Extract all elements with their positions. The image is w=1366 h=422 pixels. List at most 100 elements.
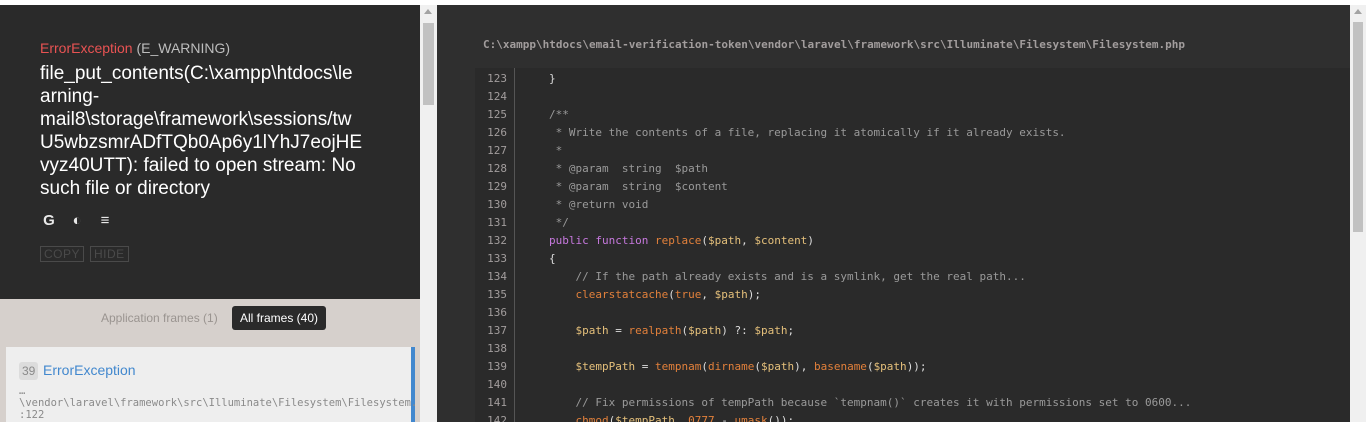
google-icon[interactable]: G: [40, 211, 58, 229]
tab-application-frames[interactable]: Application frames (1): [101, 311, 218, 325]
code-text: * @return void: [549, 196, 649, 214]
code-line: 132 public function replace($path, $conte…: [475, 232, 1350, 250]
code-token: $path: [714, 288, 748, 301]
page-scrollbar[interactable]: [1350, 5, 1366, 422]
code-line: 128 * @param string $path: [475, 160, 1350, 178]
line-number: 138: [487, 342, 507, 355]
code-block: 123} 124 125 /** 126 * Write the contents of…: [475, 68, 1350, 422]
exception-message-line: U5wbzsmrADfTQb0Ap6y1lYhJ7eojHE: [40, 132, 363, 153]
code-text: * Write the contents of a file, replacin…: [549, 124, 1066, 142]
code-token: tempnam: [654, 360, 702, 373]
code-token: ) ?:: [721, 324, 755, 337]
code-token: (: [866, 360, 874, 373]
code-token: ));: [906, 360, 927, 373]
scroll-up-arrow-icon[interactable]: [1354, 9, 1362, 14]
line-number: 137: [487, 324, 507, 337]
copy-button[interactable]: COPY: [40, 246, 85, 262]
code-token: ): [807, 234, 814, 247]
code-text: // Fix permissions of tempPath because `…: [549, 394, 1191, 412]
exception-class: ErrorException: [40, 40, 133, 56]
code-line: 137 $path = realpath($path) ?: $path;: [475, 322, 1350, 340]
code-token: /**: [549, 108, 569, 121]
code-token: (: [701, 234, 708, 247]
frames-list: 39 ErrorException … \vendor\laravel\fram…: [0, 341, 420, 422]
scroll-thumb[interactable]: [1353, 22, 1363, 232]
frame-file-line: :122: [19, 409, 45, 421]
line-number: 135: [487, 288, 507, 301]
code-token: ,: [701, 288, 715, 301]
line-number: 129: [487, 180, 507, 193]
tab-all-frames[interactable]: All frames (40): [232, 306, 327, 330]
frame-class: ErrorException: [43, 362, 136, 378]
scroll-up-arrow-icon[interactable]: [424, 9, 432, 14]
code-text: {: [549, 250, 556, 268]
code-line: 141 // Fix permissions of tempPath becau…: [475, 394, 1350, 412]
code-token: $path: [575, 324, 609, 337]
line-number: 140: [487, 378, 507, 391]
code-line: 126 * Write the contents of a file, repl…: [475, 124, 1350, 142]
code-text: $tempPath = tempnam(dirname($path), base…: [549, 358, 927, 376]
code-token: */: [549, 216, 569, 229]
code-line: 127 *: [475, 142, 1350, 160]
line-number: 142: [487, 414, 507, 422]
code-panel: C:\xampp\htdocs\email-verification-token…: [437, 5, 1350, 422]
code-line: 140: [475, 376, 1350, 394]
stackoverflow-icon[interactable]: ≡: [96, 211, 114, 229]
code-token: umask: [734, 414, 768, 422]
exception-title: ErrorException (E_WARNING): [40, 40, 230, 56]
header-buttons: COPY HIDE: [40, 246, 129, 262]
line-number: 124: [487, 90, 507, 103]
code-token: realpath: [628, 324, 682, 337]
code-line: 138: [475, 340, 1350, 358]
code-token: =: [635, 360, 655, 373]
code-line: 130 * @return void: [475, 196, 1350, 214]
frames-filter-bar: Application frames (1) All frames (40): [0, 299, 420, 341]
frame-index: 39: [19, 362, 39, 380]
line-number: 134: [487, 270, 507, 283]
scroll-thumb[interactable]: [423, 23, 434, 105]
frame-file-name: \vendor\laravel\framework\src\Illuminate…: [19, 397, 415, 409]
line-number: 128: [487, 162, 507, 175]
code-text: */: [549, 214, 569, 232]
left-scrollbar[interactable]: [420, 5, 437, 422]
line-number: 141: [487, 396, 507, 409]
code-file-path[interactable]: C:\xampp\htdocs\email-verification-token…: [483, 38, 1185, 51]
code-token: $path: [873, 360, 907, 373]
code-token: basename: [813, 360, 867, 373]
line-number: 123: [487, 72, 507, 85]
code-token: ,: [674, 414, 689, 422]
exception-message-line: arning-: [40, 86, 100, 107]
exception-message: file_put_contents(C:\xampp\htdocs\le arni…: [40, 62, 385, 200]
code-token: * @param string $path: [549, 162, 708, 175]
code-token: 0777: [688, 414, 715, 422]
line-number: 125: [487, 108, 507, 121]
code-token: // If the path already exists and is a s…: [549, 270, 1026, 283]
exception-message-line: file_put_contents(C:\xampp\htdocs\le: [40, 63, 353, 84]
code-text: public function replace($path, $content): [549, 232, 814, 250]
code-token: (: [701, 360, 708, 373]
code-token: ),: [794, 360, 814, 373]
code-token: );: [747, 288, 761, 301]
code-token: {: [549, 252, 556, 265]
frame-item[interactable]: 39 ErrorException … \vendor\laravel\fram…: [6, 347, 415, 422]
code-line: 136: [475, 304, 1350, 322]
code-line: 139 $tempPath = tempnam(dirname($path), …: [475, 358, 1350, 376]
frame-file-path: … \vendor\laravel\framework\src\Illumina…: [19, 385, 415, 421]
code-token: ;: [787, 324, 795, 337]
line-number: 139: [487, 360, 507, 373]
line-number: 132: [487, 234, 507, 247]
exception-type: (E_WARNING): [136, 40, 231, 56]
line-number: 130: [487, 198, 507, 211]
code-text: /**: [549, 106, 569, 124]
code-text: *: [549, 142, 563, 160]
code-token: // Fix permissions of tempPath because `…: [549, 396, 1192, 409]
line-number: 133: [487, 252, 507, 265]
code-token: * @param string $content: [549, 180, 728, 193]
code-line: 142 chmod($tempPath, 0777 - umask());: [475, 412, 1350, 422]
exception-message-line: mail8\storage\framework\sessions/tw: [40, 109, 352, 130]
duckduckgo-icon[interactable]: ◐: [68, 211, 86, 229]
code-token: $path: [707, 234, 742, 247]
hide-button[interactable]: HIDE: [90, 246, 129, 262]
